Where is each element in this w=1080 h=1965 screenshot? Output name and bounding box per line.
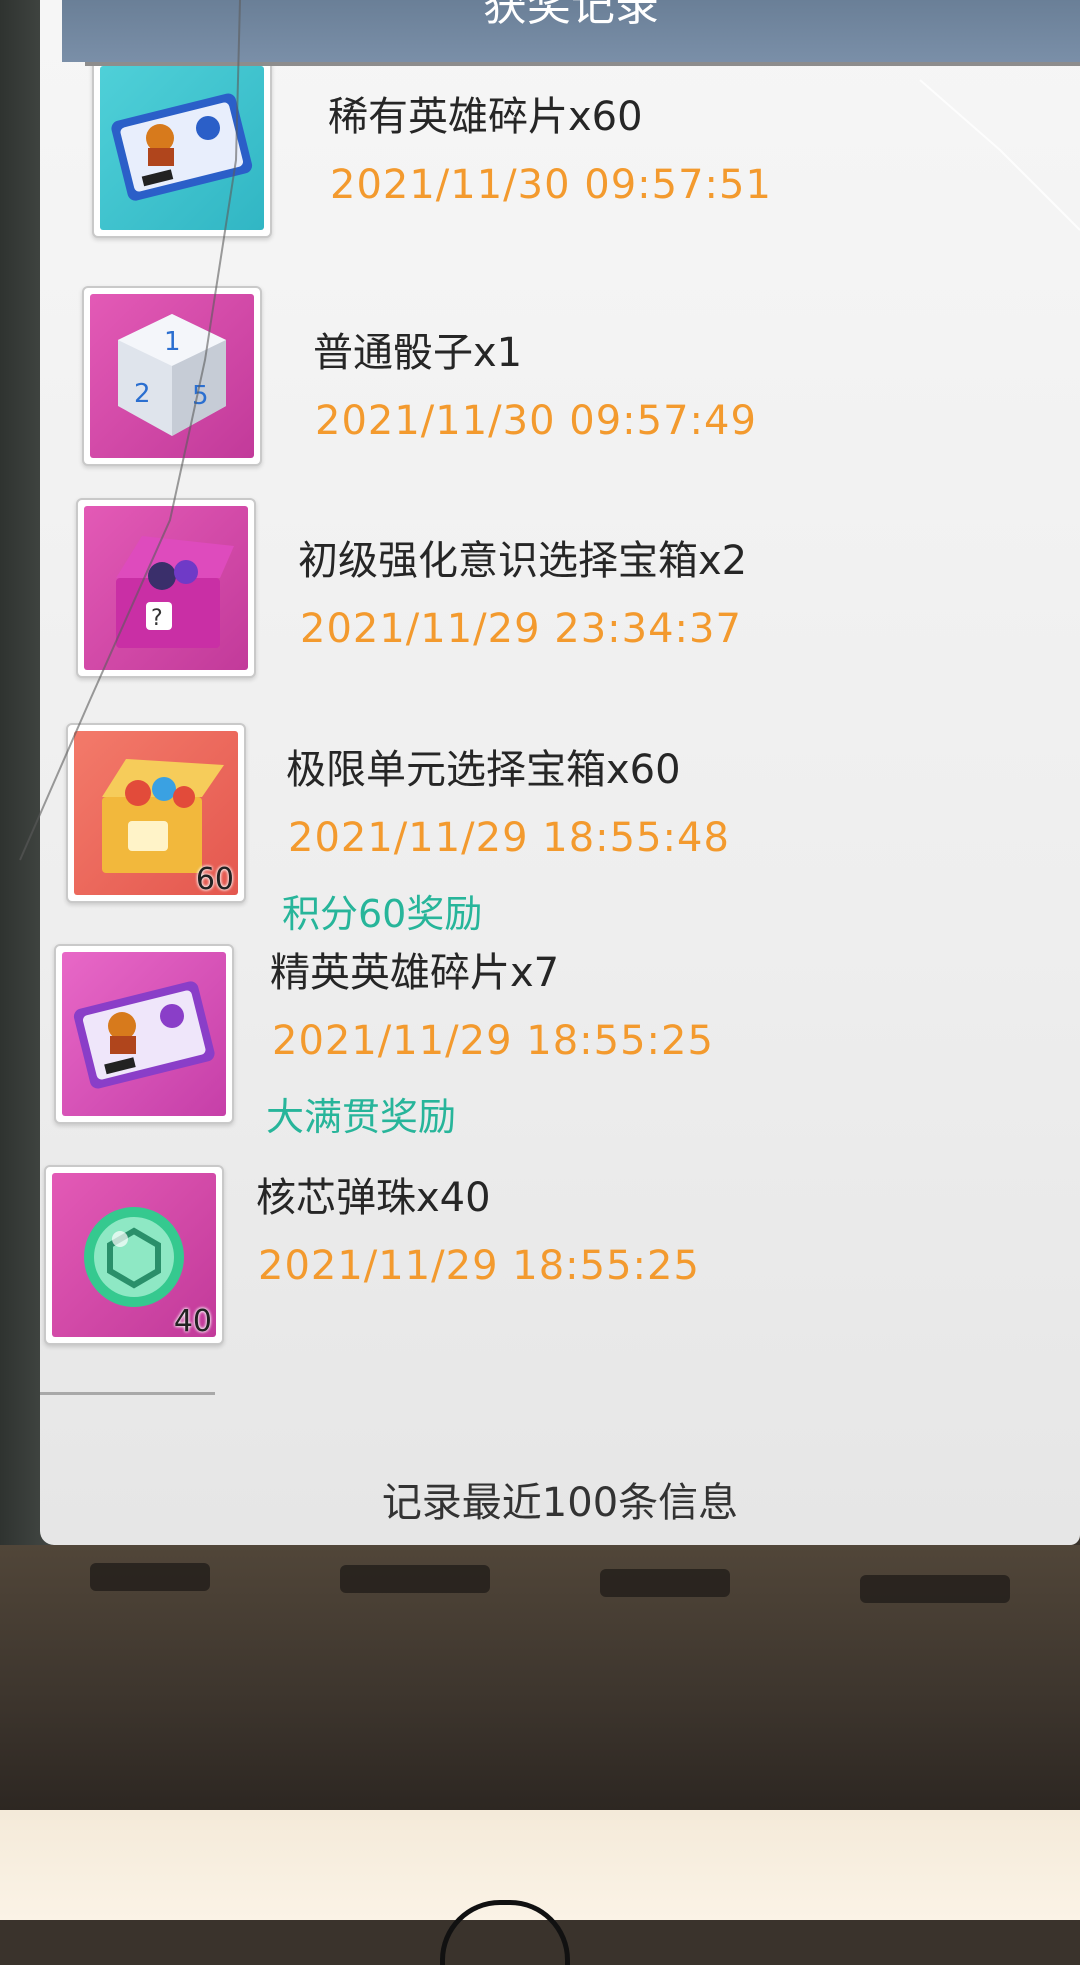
item-name: 核芯弹珠x40 (256, 1175, 491, 1221)
item-count-badge: 40 (173, 1304, 212, 1339)
list-item: 稀有英雄碎片x60 2021/11/30 09:57:51 (40, 66, 1080, 266)
item-timestamp: 2021/11/29 18:55:48 (288, 815, 730, 861)
list-item: ? 初级强化意识选择宝箱x2 2021/11/29 23:34:37 (40, 498, 1080, 706)
item-timestamp: 2021/11/29 23:34:37 (300, 606, 742, 652)
item-timestamp: 2021/11/30 09:57:49 (315, 398, 757, 444)
reward-history-panel: 获奖记录 稀有英雄碎片x60 2021/11/30 09:57:51 1 2 5… (40, 0, 1080, 1545)
svg-text:5: 5 (192, 381, 209, 411)
panel-title-bar: 获奖记录 (62, 0, 1080, 62)
item-timestamp: 2021/11/29 18:55:25 (258, 1243, 700, 1289)
item-icon-frame: 60 (66, 723, 246, 903)
item-count-badge: 60 (195, 862, 234, 897)
item-icon-frame (54, 944, 234, 1124)
treasure-box-icon: ? (84, 506, 248, 670)
device-bottom-edge (0, 1810, 1080, 1920)
svg-text:?: ? (151, 606, 163, 631)
record-limit-note: 记录最近100条信息 (381, 1480, 739, 1526)
item-timestamp: 2021/11/29 18:55:25 (272, 1018, 714, 1064)
list-item: 60 极限单元选择宝箱x60 2021/11/29 18:55:48 积分60奖… (40, 723, 1080, 936)
item-icon-frame (92, 66, 272, 238)
item-name: 普通骰子x1 (313, 330, 523, 376)
item-timestamp: 2021/11/30 09:57:51 (330, 162, 772, 208)
background-keyboard (0, 1545, 1080, 1810)
keyboard-key (340, 1565, 490, 1593)
panel-title: 获奖记录 (483, 0, 659, 31)
svg-text:2: 2 (134, 379, 151, 409)
keyboard-key (860, 1575, 1010, 1603)
item-icon-frame: ? (76, 498, 256, 678)
list-item: 1 2 5 普通骰子x1 2021/11/30 09:57:49 (40, 286, 1080, 486)
rare-hero-shard-ticket-icon (100, 66, 264, 230)
reward-source-label: 大满贯奖励 (266, 1095, 457, 1139)
item-icon-frame: 1 2 5 (82, 286, 262, 466)
item-name: 稀有英雄碎片x60 (328, 94, 643, 140)
dice-icon: 1 2 5 (90, 294, 254, 458)
reward-record-list[interactable]: 稀有英雄碎片x60 2021/11/30 09:57:51 1 2 5 普通骰子… (40, 66, 1080, 1396)
elite-hero-shard-ticket-icon (62, 952, 226, 1116)
list-divider (40, 1392, 215, 1395)
item-name: 极限单元选择宝箱x60 (286, 747, 681, 793)
list-item: 40 核芯弹珠x40 2021/11/29 18:55:25 (40, 1165, 1080, 1371)
item-name: 精英英雄碎片x7 (270, 950, 560, 996)
keyboard-key (600, 1569, 730, 1597)
item-name: 初级强化意识选择宝箱x2 (298, 538, 748, 584)
list-item: 精英英雄碎片x7 2021/11/29 18:55:25 大满贯奖励 (40, 944, 1080, 1154)
item-icon-frame: 40 (44, 1165, 224, 1345)
keyboard-key (90, 1563, 210, 1591)
svg-text:1: 1 (164, 327, 181, 357)
reward-source-label: 积分60奖励 (282, 892, 483, 936)
